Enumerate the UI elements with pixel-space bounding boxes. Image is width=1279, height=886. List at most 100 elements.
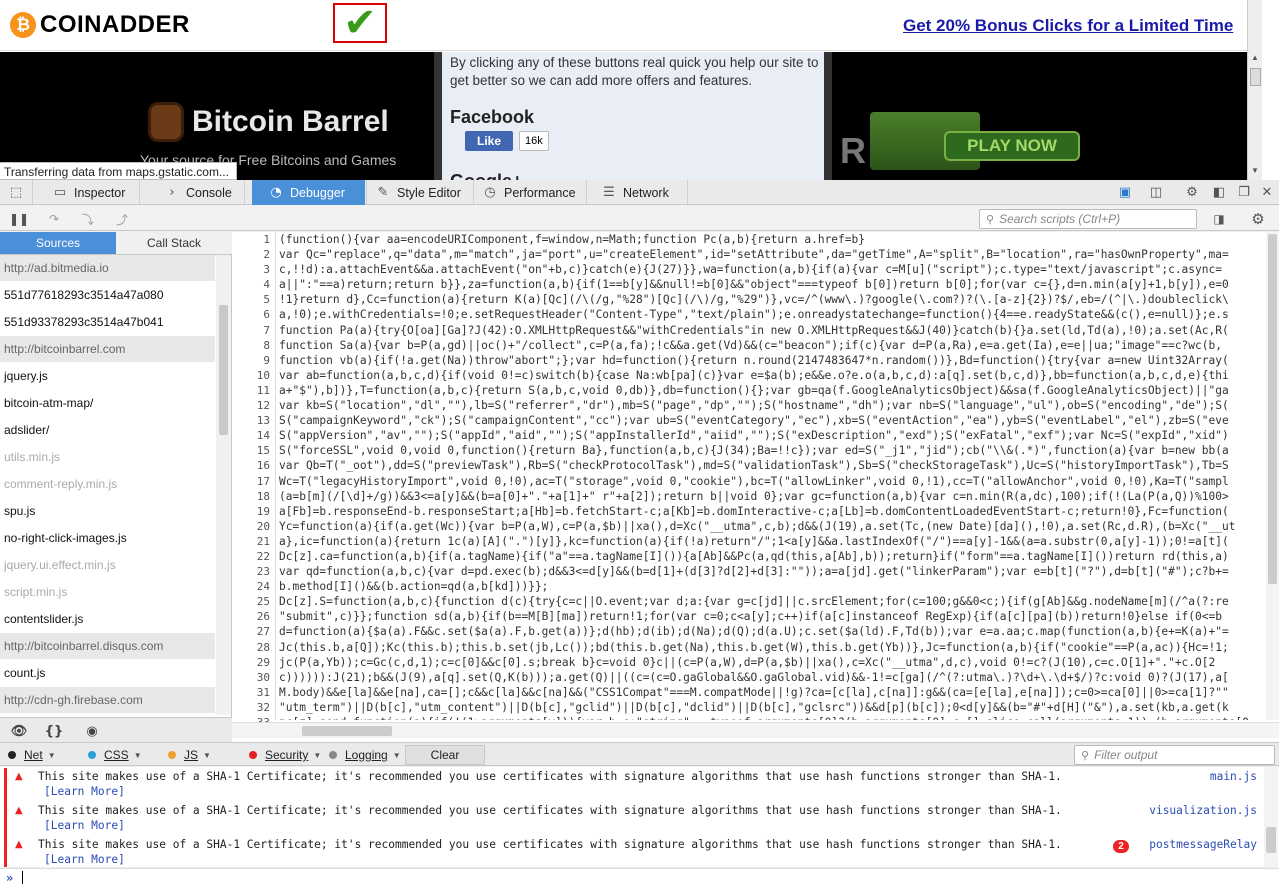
source-file-item[interactable]: no-right-click-images.js [0,525,215,552]
line-number[interactable]: 11 [232,383,270,398]
tab-inspector[interactable]: ▭ Inspector [34,180,139,205]
line-number[interactable]: 6 [232,307,270,322]
line-number[interactable]: 32 [232,700,270,715]
line-number[interactable]: 19 [232,504,270,519]
pick-element-icon[interactable]: ⬚ [8,184,24,200]
tab-call-stack[interactable]: Call Stack [116,232,232,254]
source-group-header[interactable]: http://bitcoinbarrel.com [0,336,215,363]
source-file-item[interactable]: jquery.ui.effect.min.js [0,552,215,579]
code-line[interactable]: var ab=function(a,b,c,d){if(void 0!=c)sw… [279,368,1264,383]
source-file-item[interactable]: adslider/ [0,417,215,444]
line-number[interactable]: 23 [232,564,270,579]
line-number[interactable]: 30 [232,670,270,685]
line-number[interactable]: 22 [232,549,270,564]
filter-security-button[interactable]: Security ▼ [249,746,321,764]
line-number[interactable]: 2 [232,247,270,262]
debugger-options-gear-icon[interactable]: ⚙ [1249,210,1267,228]
source-file-item[interactable]: count.js [0,660,215,687]
tab-console[interactable]: › Console [140,180,244,205]
source-file-item[interactable]: 551d77618293c3514a47a080 [0,282,215,309]
source-file-item[interactable]: 551d93378293c3514a47b041 [0,309,215,336]
line-number[interactable]: 31 [232,685,270,700]
filter-js-button[interactable]: JS ▼ [168,746,211,764]
code-line[interactable]: function vb(a){if(!a.get(Na))throw"abort… [279,353,1264,368]
step-over-icon[interactable]: ↷ [45,210,63,228]
code-line[interactable]: function Sa(a){var b=P(a,gd)||oc()+"/col… [279,338,1264,353]
pause-icon[interactable]: ❚❚ [9,210,29,228]
source-file-item[interactable]: comment-reply.min.js [0,471,215,498]
tab-sources[interactable]: Sources [0,232,116,254]
filter-net-button[interactable]: Net ▼ [8,746,56,764]
dropdown-arrow-icon[interactable]: ▼ [313,751,321,760]
tab-network[interactable]: ☰ Network [587,180,687,205]
code-line[interactable]: a+"$"),b])},T=function(a,b,c){return S(a… [279,383,1264,398]
line-number[interactable]: 5 [232,292,270,307]
line-number[interactable]: 15 [232,443,270,458]
settings-gear-icon[interactable]: ⚙ [1184,184,1200,200]
page-scrollbar[interactable]: ▲ ▼ [1247,0,1262,180]
code-line[interactable]: S("appVersion","av","");S("appId","aid",… [279,428,1264,443]
line-number[interactable]: 26 [232,609,270,624]
source-file-item[interactable]: bitcoin-atm-map/ [0,390,215,417]
code-line[interactable]: Dc[z].S=function(a,b,c){function d(c){tr… [279,594,1264,609]
line-number[interactable]: 9 [232,353,270,368]
source-file-item[interactable]: utils.min.js [0,444,215,471]
bitcoin-barrel-logo[interactable]: Bitcoin Barrel [148,102,389,142]
line-number[interactable]: 17 [232,474,270,489]
filter-output-input[interactable]: ⚲ Filter output [1074,745,1275,765]
clear-console-button[interactable]: Clear [405,745,485,765]
line-number[interactable]: 1 [232,232,270,247]
dock-side-icon[interactable]: ◧ [1211,184,1227,200]
code-line[interactable]: function Pa(a){try{O[oa][Ga]?J(42):O.XML… [279,323,1264,338]
console-input[interactable]: » [0,868,1279,886]
line-number-gutter[interactable]: 1 2 3 4 5 6 7 8 9 10 11 12 13 14 15 16 17 18 19 20 21 22 23 24 2… [232,232,276,729]
line-number[interactable]: 8 [232,338,270,353]
scroll-down-arrow-icon[interactable]: ▼ [1251,166,1259,175]
code-line[interactable]: !1}return d},Cc=function(a){return K(a)[… [279,292,1264,307]
tab-style-editor[interactable]: ✎ Style Editor [367,180,473,205]
filter-css-button[interactable]: CSS ▼ [88,746,142,764]
code-line[interactable]: d=function(a){$a(a).F&&c.set($a(a).F,b.g… [279,624,1264,639]
bonus-link[interactable]: Get 20% Bonus Clicks for a Limited Time [903,16,1233,36]
line-number[interactable]: 12 [232,398,270,413]
code-line[interactable]: b.method[I]()&&(b.action=qd(a,b[kd]))}}; [279,579,1264,594]
message-source-link[interactable]: main.js [1210,770,1257,783]
dropdown-arrow-icon[interactable]: ▼ [134,751,142,760]
undock-window-icon[interactable]: ❐ [1236,184,1252,200]
step-out-icon[interactable]: ⤴ [113,210,131,228]
message-source-link[interactable]: visualization.js [1149,804,1257,817]
split-console-icon[interactable]: ▣ [1117,184,1133,200]
code-line[interactable]: Yc=function(a){if(a.get(Wc)){var b=P(a,W… [279,519,1264,534]
step-in-icon[interactable]: ⤵ [79,210,97,228]
line-number[interactable]: 4 [232,277,270,292]
line-number[interactable]: 27 [232,624,270,639]
play-now-button[interactable]: PLAY NOW [944,131,1080,161]
line-number[interactable]: 7 [232,323,270,338]
source-group-header[interactable]: http://bitcoinbarrel.disqus.com [0,633,215,660]
source-file-item[interactable]: jquery.js [0,363,215,390]
code-line[interactable]: pc[z].send=function(a){if(!(1>arguments[… [279,715,1264,720]
line-number[interactable]: 10 [232,368,270,383]
code-line[interactable]: var Qc="replace",q="data",m="match",ja="… [279,247,1264,262]
editor-horizontal-scrollbar[interactable] [232,722,1279,738]
line-number[interactable]: 16 [232,458,270,473]
code-line[interactable]: (a=b[m](/[\d]+/g))&&3<=a[y]&&(b=a[0]+"."… [279,489,1264,504]
code-line[interactable]: c,!!d):a.attachEvent&&a.attachEvent("on"… [279,262,1264,277]
code-line[interactable]: var Qb=T("_oot"),dd=S("previewTask"),Rb=… [279,458,1264,473]
scroll-up-arrow-icon[interactable]: ▲ [1251,53,1259,62]
dropdown-arrow-icon[interactable]: ▼ [393,751,401,760]
code-view[interactable]: (function(){var aa=encodeURIComponent,f=… [279,232,1264,720]
code-line[interactable]: "submit",c)}};function sd(a,b){if(b==M[B… [279,609,1264,624]
facebook-like-button[interactable]: Like [465,131,513,151]
toggle-sidebar-icon[interactable]: ◨ [1210,210,1228,228]
code-line[interactable]: Dc[z].ca=function(a,b){if(a.tagName){if(… [279,549,1264,564]
code-line[interactable]: a[Fb]=b.responseEnd-b.responseStart;a[Hb… [279,504,1264,519]
code-line[interactable]: "utm_term")||D(b[c],"utm_content")||D(b[… [279,700,1264,715]
black-box-eye-icon[interactable]: 👁 [10,722,28,740]
line-number[interactable]: 21 [232,534,270,549]
code-line[interactable]: var kb=S("location","dl",""),lb=S("refer… [279,398,1264,413]
responsive-design-icon[interactable]: ◫ [1148,184,1164,200]
editor-hscroll-thumb[interactable] [302,726,392,736]
line-number[interactable]: 20 [232,519,270,534]
line-number[interactable]: 18 [232,489,270,504]
